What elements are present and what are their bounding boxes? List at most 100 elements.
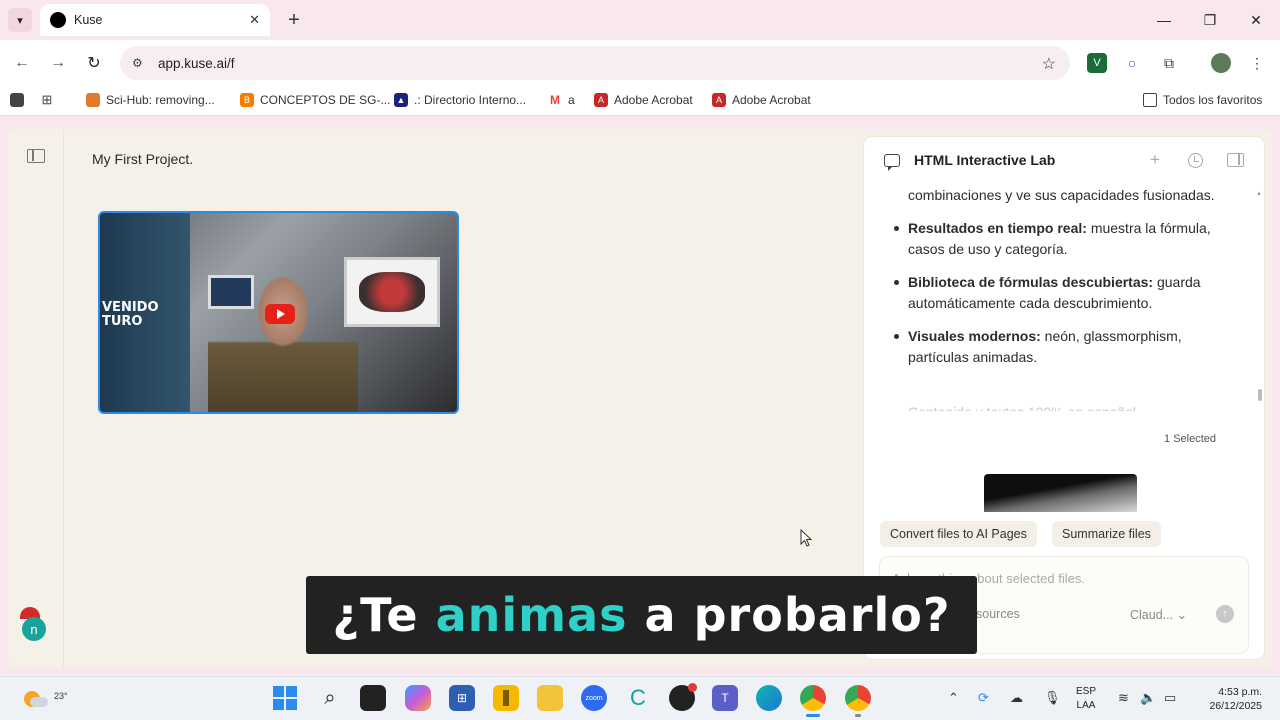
caption-after: a probarlo? — [627, 588, 951, 642]
apps-square-icon[interactable] — [10, 93, 30, 107]
wifi-icon[interactable]: ≋ — [1118, 690, 1129, 706]
url-text: app.kuse.ai/f — [158, 55, 235, 71]
convert-files-button[interactable]: Convert files to AI Pages — [880, 521, 1037, 547]
selected-file-thumbnail[interactable] — [984, 474, 1137, 512]
tray-microphone-icon[interactable]: 🎙 — [1044, 690, 1061, 706]
temperature: 23° — [54, 691, 68, 701]
app-c-icon[interactable]: C — [625, 685, 651, 711]
history-button[interactable] — [1184, 150, 1206, 170]
panel-layout-icon — [1226, 153, 1244, 167]
user-avatar[interactable]: n — [18, 607, 52, 643]
new-chat-plus-icon[interactable]: + — [1144, 150, 1166, 170]
new-tab-plus-icon[interactable]: + — [282, 8, 306, 32]
start-windows-icon[interactable] — [272, 685, 298, 711]
list-item: Resultados en tiempo real: muestra la fó… — [894, 218, 1238, 260]
panel-title: HTML Interactive Lab — [914, 152, 1056, 168]
sources-button[interactable]: sources — [976, 607, 1020, 621]
edge-icon[interactable] — [756, 685, 782, 711]
scroll-thumb[interactable] — [1258, 389, 1262, 401]
scroll-up-arrow-icon[interactable]: ▲ — [1256, 191, 1262, 197]
chrome-icon[interactable] — [800, 685, 826, 717]
browser-toolbar: ← → ↻ ⚙ app.kuse.ai/f ☆ V ○ ⧉ ⋮ — [0, 40, 1280, 86]
task-view-icon[interactable] — [360, 685, 386, 711]
mouse-cursor-icon — [800, 529, 812, 547]
all-bookmarks[interactable]: Todos los favoritos — [1143, 93, 1262, 107]
extension-circle-icon[interactable]: ○ — [1122, 53, 1142, 73]
feature-list: Resultados en tiempo real: muestra la fó… — [894, 218, 1238, 368]
browser-tabstrip: ▾ Kuse ✕ + — ❐ ✕ — [0, 0, 1280, 40]
message-scrollbar[interactable]: ▲ — [1256, 191, 1262, 411]
video-card[interactable]: VENIDO TURO — [98, 211, 459, 414]
clock-date: 26/12/2025 — [1209, 700, 1262, 712]
language-indicator[interactable]: ESP LAA — [1076, 685, 1096, 713]
tray-chevron-up-icon[interactable]: ⌃ — [948, 690, 959, 706]
bookmark-adobe-2[interactable]: A Adobe Acrobat — [712, 93, 811, 107]
browser-tab-kuse[interactable]: Kuse ✕ — [40, 4, 270, 36]
adobe-acrobat-icon: A — [594, 93, 608, 107]
obs-icon[interactable] — [669, 683, 697, 711]
reload-icon[interactable]: ↻ — [82, 51, 106, 75]
list-item: Biblioteca de fórmulas descubiertas: gua… — [894, 272, 1238, 314]
left-rail: n — [8, 129, 64, 667]
bookmark-directorio[interactable]: ▲.: Directorio Interno... — [394, 93, 526, 107]
zoom-icon[interactable]: zoom — [581, 685, 607, 711]
bookmark-gmail[interactable]: Ma — [548, 93, 575, 107]
caption-highlight: animas — [435, 588, 628, 642]
tray-cloud-off-icon[interactable]: ☁ — [1010, 690, 1023, 706]
profile-avatar-icon[interactable] — [1211, 53, 1231, 73]
video-caption: ¿Te animas a probarlo? — [306, 576, 977, 654]
chat-bubble-icon — [884, 153, 900, 171]
model-select[interactable]: Claud... ⌄ — [1130, 607, 1187, 622]
chrome-profile-icon[interactable] — [845, 685, 871, 717]
close-window-icon[interactable]: ✕ — [1238, 8, 1274, 32]
weather-widget[interactable]: 23° — [22, 685, 68, 711]
faded-next-item: Contenido y textos 100% en español — [908, 401, 1136, 411]
battery-icon[interactable]: ▭ — [1164, 690, 1176, 706]
extension-v-icon[interactable]: V — [1087, 53, 1107, 73]
clock[interactable]: 4:53 p.m. 26/12/2025 — [1198, 685, 1262, 713]
video-overlay-text: VENIDO TURO — [102, 300, 159, 329]
message-intro: combinaciones y ve sus capacidades fusio… — [908, 187, 1215, 203]
bookmark-adobe-1[interactable]: A Adobe Acrobat — [594, 93, 693, 107]
powerbi-icon[interactable] — [493, 685, 519, 711]
send-arrow-icon[interactable]: ↑ — [1216, 605, 1234, 623]
search-icon[interactable]: ⌕ — [317, 685, 343, 711]
extensions-puzzle-icon[interactable]: ⧉ — [1159, 53, 1179, 73]
clock-time: 4:53 p.m. — [1218, 686, 1262, 698]
site-settings-icon[interactable]: ⚙ — [132, 56, 150, 70]
tab-search-chevron-icon[interactable]: ▾ — [8, 8, 32, 32]
address-bar[interactable]: ⚙ app.kuse.ai/f ☆ — [120, 46, 1070, 80]
restore-icon[interactable]: ❐ — [1192, 8, 1228, 32]
store-icon[interactable]: ⊞ — [449, 685, 475, 711]
bookmark-star-icon[interactable]: ☆ — [1042, 54, 1056, 74]
copilot-icon[interactable] — [405, 685, 431, 711]
tab-close-icon[interactable]: ✕ — [249, 12, 260, 28]
volume-icon[interactable]: 🔈 — [1140, 690, 1156, 706]
list-item: Visuales modernos: neón, glassmorphism, … — [894, 326, 1238, 368]
back-arrow-icon[interactable]: ← — [10, 51, 34, 75]
windows-taskbar: 23° ⌕ ⊞ zoom C T ⌃ ⟳ ☁ 🎙 ESP LAA ≋ 🔈 ▭ 4… — [0, 676, 1280, 720]
video-frame-right — [344, 257, 440, 327]
youtube-play-icon[interactable] — [265, 304, 295, 324]
bookmark-sci-hub[interactable]: Sci-Hub: removing... — [86, 93, 215, 107]
sci-hub-icon — [86, 93, 100, 107]
summarize-files-button[interactable]: Summarize files — [1052, 521, 1161, 547]
directorio-icon: ▲ — [394, 93, 408, 107]
menu-kebab-icon[interactable]: ⋮ — [1247, 53, 1267, 73]
forward-arrow-icon[interactable]: → — [46, 51, 70, 75]
tray-sync-icon[interactable]: ⟳ — [978, 690, 989, 706]
toggle-panel-button[interactable] — [1224, 150, 1246, 170]
avatar-letter: n — [22, 617, 46, 641]
tab-title: Kuse — [74, 13, 103, 27]
teams-icon[interactable]: T — [712, 685, 738, 711]
bookmarks-bar: ⊞ Sci-Hub: removing... B CONCEPTOS DE SG-… — [0, 86, 1280, 116]
project-title[interactable]: My First Project. — [92, 151, 193, 167]
cloud-icon — [30, 697, 48, 707]
file-explorer-folder-icon[interactable] — [537, 685, 563, 711]
minimize-icon[interactable]: — — [1146, 8, 1182, 32]
apps-grid-icon[interactable]: ⊞ — [40, 92, 60, 107]
bookmark-conceptos[interactable]: B CONCEPTOS DE SG-... — [240, 93, 390, 107]
sidebar-toggle-icon[interactable] — [27, 149, 45, 163]
blogger-icon: B — [240, 93, 254, 107]
assistant-message: combinaciones y ve sus capacidades fusio… — [894, 185, 1238, 380]
